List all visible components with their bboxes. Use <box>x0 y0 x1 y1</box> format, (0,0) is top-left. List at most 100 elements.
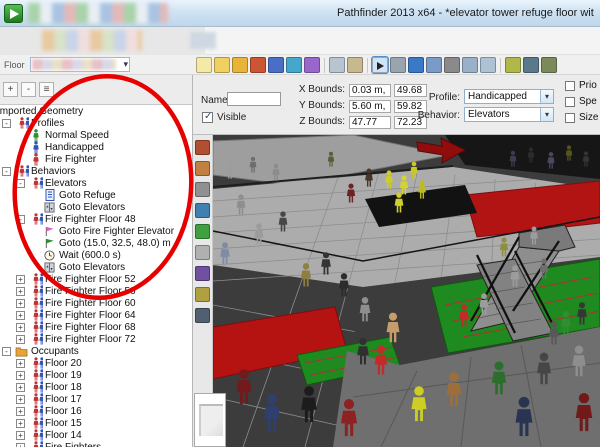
tree-item-occupants[interactable]: - Occupants <box>0 345 192 357</box>
collapse-icon[interactable]: - <box>2 166 11 176</box>
expand-icon[interactable]: + <box>16 298 25 308</box>
tree-item-wait-600-0-s[interactable]: Wait (600.0 s) <box>0 249 192 261</box>
tree-item-behaviors[interactable]: - Behaviors <box>0 165 192 177</box>
spe-checkbox[interactable] <box>565 97 575 107</box>
collapse-icon[interactable]: - <box>16 214 25 224</box>
people-icon <box>28 297 43 309</box>
titlebar[interactable]: Pathfinder 2013 x64 - *elevator tower re… <box>0 0 600 27</box>
expand-icon[interactable]: + <box>16 358 25 368</box>
collapse-icon[interactable]: - <box>2 346 11 356</box>
tree-item-floor-17[interactable]: + Floor 17 <box>0 393 192 405</box>
canvas-3d[interactable] <box>213 135 600 447</box>
tree-item-fire-fighter-floor-48[interactable]: - Fire Fighter Floor 48 <box>0 213 192 225</box>
expand-icon[interactable]: + <box>16 442 25 447</box>
zoom-out-tool-icon[interactable] <box>480 57 496 73</box>
scene-3d[interactable] <box>213 135 600 447</box>
chevron-down-icon[interactable]: ▾ <box>540 108 553 121</box>
move-tool-icon[interactable] <box>390 57 406 73</box>
expand-icon[interactable]: + <box>16 430 25 440</box>
expand-icon[interactable]: + <box>16 286 25 296</box>
tree-item-goto-elevators[interactable]: Goto Elevators <box>0 201 192 213</box>
behavior-select[interactable]: Elevators ▾ <box>464 107 554 122</box>
y-bounds-min[interactable]: 5.60 m, <box>349 100 391 113</box>
grid-view-icon[interactable] <box>523 57 539 73</box>
tree-item-fire-fighters[interactable]: + Fire Fighters <box>0 441 192 447</box>
expand-icon[interactable]: + <box>16 394 25 404</box>
floor-combo[interactable]: ▾ <box>30 57 130 72</box>
expand-icon[interactable]: + <box>16 382 25 392</box>
expand-tree-icon[interactable]: + <box>3 82 18 97</box>
elevator-tool-icon[interactable] <box>195 266 210 281</box>
collapse-tree-icon[interactable]: - <box>21 82 36 97</box>
new-model-icon[interactable] <box>196 57 212 73</box>
expand-icon[interactable]: + <box>16 370 25 380</box>
import-geometry-icon[interactable] <box>250 57 266 73</box>
orbit-tool-icon[interactable] <box>408 57 424 73</box>
tree-item-fire-fighter-floor-52[interactable]: + Fire Fighter Floor 52 <box>0 273 192 285</box>
tree-item-fire-fighter-floor-60[interactable]: + Fire Fighter Floor 60 <box>0 297 192 309</box>
scenario-tool-icon[interactable] <box>195 140 210 155</box>
tree-item-label: Elevators <box>45 177 87 189</box>
expand-icon[interactable]: + <box>16 310 25 320</box>
tree-item-floor-16[interactable]: + Floor 16 <box>0 405 192 417</box>
tree-item-floor-19[interactable]: + Floor 19 <box>0 369 192 381</box>
tree-item-goto-refuge[interactable]: Goto Refuge <box>0 189 192 201</box>
z-bounds-min[interactable]: 47.77 m, <box>349 116 391 129</box>
tree-item-goto-15-0-32-5-48-0-m[interactable]: Goto (15.0, 32.5, 48.0) m <box>0 237 192 249</box>
redo-icon[interactable] <box>304 57 320 73</box>
export-icon[interactable] <box>268 57 284 73</box>
collapse-icon[interactable]: - <box>16 178 25 188</box>
camera-tool-icon[interactable] <box>195 308 210 323</box>
tree-item-fire-fighter[interactable]: Fire Fighter <box>0 153 192 165</box>
room-tool-icon[interactable] <box>195 203 210 218</box>
tree-item-normal-speed[interactable]: Normal Speed <box>0 129 192 141</box>
tree-item-floor-18[interactable]: + Floor 18 <box>0 381 192 393</box>
zoom-tool-icon[interactable] <box>444 57 460 73</box>
tree-item-fire-fighter-floor-56[interactable]: + Fire Fighter Floor 56 <box>0 285 192 297</box>
terrain-tool-icon[interactable] <box>195 161 210 176</box>
behavior-label: Behavior: <box>417 110 460 121</box>
tree-item-fire-fighter-floor-68[interactable]: + Fire Fighter Floor 68 <box>0 321 192 333</box>
select-tool-icon[interactable] <box>371 56 389 74</box>
size-checkbox[interactable] <box>565 113 575 123</box>
tree-item-floor-15[interactable]: + Floor 15 <box>0 417 192 429</box>
occupant-tool-icon[interactable] <box>195 287 210 302</box>
tree-item-goto-fire-fighter-elevator[interactable]: Goto Fire Fighter Elevator <box>0 225 192 237</box>
chevron-down-icon[interactable]: ▾ <box>540 90 553 103</box>
tree-item-label: Fire Fighter Floor 48 <box>45 213 136 225</box>
tree-item-fire-fighter-floor-72[interactable]: + Fire Fighter Floor 72 <box>0 333 192 345</box>
crosshair-tool-icon[interactable] <box>505 57 521 73</box>
save-model-icon[interactable] <box>232 57 248 73</box>
tree-item-elevators[interactable]: - Elevators <box>0 177 192 189</box>
door-tool-icon[interactable] <box>195 224 210 239</box>
stair-tool-icon[interactable] <box>195 245 210 260</box>
pan-tool-icon[interactable] <box>426 57 442 73</box>
tree-item-goto-elevators[interactable]: Goto Elevators <box>0 261 192 273</box>
expand-icon[interactable]: + <box>16 274 25 284</box>
open-model-icon[interactable] <box>214 57 230 73</box>
floor-tool-icon[interactable] <box>195 182 210 197</box>
people-icon <box>14 165 29 177</box>
collapse-icon[interactable]: - <box>2 118 11 128</box>
viewport <box>193 135 600 447</box>
tree-item-fire-fighter-floor-64[interactable]: + Fire Fighter Floor 64 <box>0 309 192 321</box>
tree-options-icon[interactable]: ≡ <box>39 82 54 97</box>
undo-icon[interactable] <box>286 57 302 73</box>
copy-icon[interactable] <box>329 57 345 73</box>
tree-item-profiles[interactable]: - Profiles <box>0 117 192 129</box>
x-bounds-min[interactable]: 0.03 m, <box>349 84 391 97</box>
layout-view-icon[interactable] <box>541 57 557 73</box>
tree-item-imported-geometry[interactable]: -Imported Geometry <box>0 105 192 117</box>
expand-icon[interactable]: + <box>16 334 25 344</box>
tree-item-handicapped[interactable]: Handicapped <box>0 141 192 153</box>
expand-icon[interactable]: + <box>16 418 25 428</box>
tree-item-floor-14[interactable]: + Floor 14 <box>0 429 192 441</box>
prio-checkbox[interactable] <box>565 81 575 91</box>
tree-item-floor-20[interactable]: + Floor 20 <box>0 357 192 369</box>
zoom-in-tool-icon[interactable] <box>462 57 478 73</box>
paste-icon[interactable] <box>347 57 363 73</box>
people-icon <box>28 417 43 429</box>
expand-icon[interactable]: + <box>16 322 25 332</box>
profile-select[interactable]: Handicapped ▾ <box>464 89 554 104</box>
expand-icon[interactable]: + <box>16 406 25 416</box>
